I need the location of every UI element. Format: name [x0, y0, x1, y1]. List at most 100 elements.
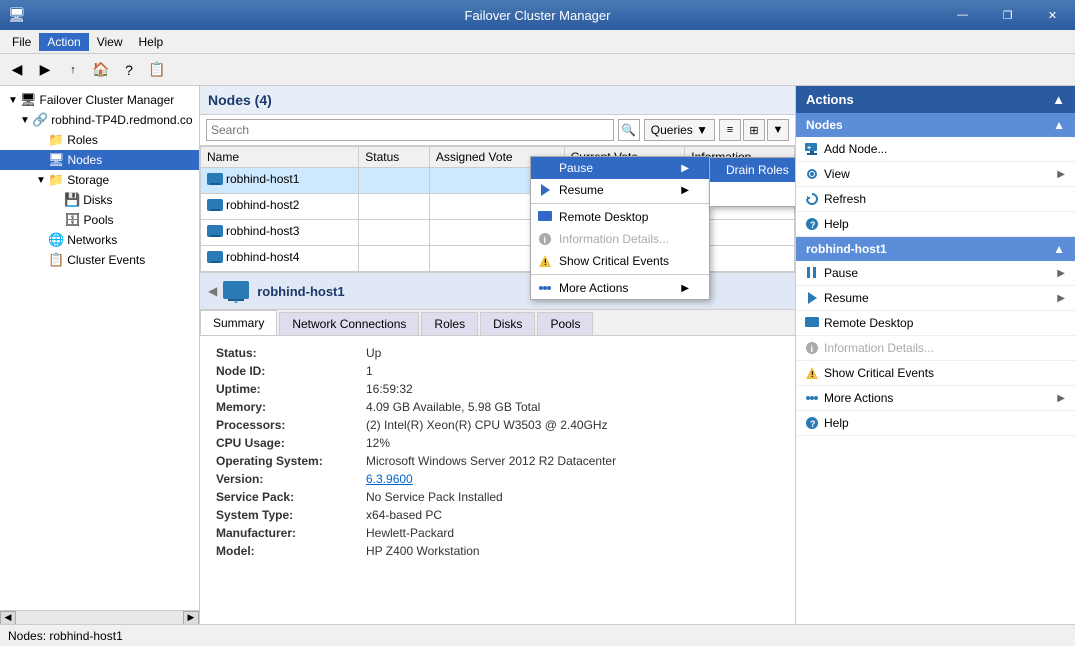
tree-root[interactable]: ▼ 🖥 Failover Cluster Manager [0, 90, 199, 110]
more-view-button[interactable]: ▼ [767, 119, 789, 141]
tree-storage[interactable]: ▼ 📁 Storage [0, 170, 199, 190]
tree-nodes[interactable]: 🖥 Nodes [0, 150, 199, 170]
tree-root-icon: 🖥 [20, 92, 37, 108]
value-cpu: 12% [366, 436, 390, 450]
view-arrow: ▶ [1057, 169, 1065, 180]
close-button[interactable]: ✕ [1030, 0, 1075, 30]
action-nodes-help[interactable]: ? Help [796, 212, 1075, 237]
host1-section-label: robhind-host1 [806, 242, 887, 256]
svg-text:!: ! [811, 370, 814, 379]
action-resume-label: Resume [824, 291, 869, 305]
tree-nodes-arrow[interactable] [36, 155, 48, 166]
tree-pools-label: Pools [84, 213, 114, 227]
action-remote-desktop[interactable]: Remote Desktop [796, 311, 1075, 336]
action-show-critical[interactable]: ! Show Critical Events [796, 361, 1075, 386]
col-status[interactable]: Status [359, 147, 430, 168]
tree-cluster-arrow[interactable]: ▼ [20, 115, 32, 126]
menu-view[interactable]: View [89, 33, 131, 51]
menu-action[interactable]: Action [39, 33, 88, 51]
tree-root-arrow[interactable]: ▼ [8, 95, 20, 106]
ctx-drain-roles[interactable]: Drain Roles [710, 158, 795, 182]
info-svg: i [538, 232, 552, 246]
value-servicepack: No Service Pack Installed [366, 490, 503, 504]
list-view-button[interactable]: ≡ [719, 119, 741, 141]
tree-networks[interactable]: 🌐 Networks [0, 230, 199, 250]
tree-cluster[interactable]: ▼ 🔗 robhind-TP4D.redmond.co [0, 110, 199, 130]
action-view-label: View [824, 167, 850, 181]
cell-name: robhind-host4 [201, 246, 359, 272]
svg-text:i: i [811, 344, 814, 354]
detail-row-uptime: Uptime: 16:59:32 [216, 382, 779, 396]
menu-help[interactable]: Help [131, 33, 172, 51]
help-toolbar-button[interactable]: ? [116, 57, 142, 83]
actions-collapse[interactable]: ▲ [1052, 92, 1065, 107]
refresh-button[interactable]: 🏠 [88, 57, 114, 83]
back-button[interactable]: ◀ [4, 57, 30, 83]
col-name[interactable]: Name [201, 147, 359, 168]
ctx-pause[interactable]: Pause ▶ Drain Roles Do Not Drain Roles [531, 157, 709, 179]
search-bar: 🔍 Queries ▼ ≡ ⊞ ▼ [200, 115, 795, 146]
tab-roles[interactable]: Roles [421, 312, 478, 335]
pause-svg [538, 161, 552, 175]
tree-roles[interactable]: 📁 Roles [0, 130, 199, 150]
tab-pools[interactable]: Pools [537, 312, 593, 335]
ctx-more-actions[interactable]: More Actions ▶ [531, 277, 709, 299]
restore-button[interactable]: ❐ [985, 0, 1030, 30]
tree-roles-arrow[interactable] [36, 135, 48, 146]
label-model: Model: [216, 544, 366, 558]
action-pause[interactable]: Pause ▶ [796, 261, 1075, 286]
nodes-section-collapse[interactable]: ▲ [1053, 118, 1065, 132]
ctx-pause-label: Pause [559, 161, 593, 175]
node-icon [207, 223, 223, 239]
tab-disks[interactable]: Disks [480, 312, 535, 335]
action-refresh[interactable]: Refresh [796, 187, 1075, 212]
menu-file[interactable]: File [4, 33, 39, 51]
tab-network-connections[interactable]: Network Connections [279, 312, 419, 335]
ctx-resume[interactable]: Resume ▶ [531, 179, 709, 201]
nodes-section-label: Nodes [806, 118, 843, 132]
tree-storage-arrow[interactable]: ▼ [36, 175, 48, 186]
nodes-panel-header: Nodes (4) [200, 86, 795, 115]
host1-section-collapse[interactable]: ▲ [1053, 242, 1065, 256]
tree-hscroll[interactable]: ◀ ▶ [0, 610, 199, 624]
detail-view-button[interactable]: ⊞ [743, 119, 765, 141]
action-view[interactable]: View ▶ [796, 162, 1075, 187]
tree-pools[interactable]: 🗄 Pools [0, 210, 199, 230]
queries-button[interactable]: Queries ▼ [644, 119, 715, 141]
minimize-button[interactable]: — [940, 0, 985, 30]
search-button[interactable]: 🔍 [618, 119, 640, 141]
more-action-arrow: ▶ [1057, 393, 1065, 404]
view-buttons: ≡ ⊞ ▼ [719, 119, 789, 141]
value-model: HP Z400 Workstation [366, 544, 480, 558]
info-action-svg: i [805, 341, 819, 355]
options-button[interactable]: 📋 [144, 57, 170, 83]
hscroll-track[interactable] [16, 611, 183, 625]
value-status: Up [366, 346, 381, 360]
ctx-no-drain-roles[interactable]: Do Not Drain Roles [710, 182, 795, 206]
ctx-resume-label: Resume [559, 183, 604, 197]
up-button[interactable]: ↑ [60, 57, 86, 83]
detail-collapse-arrow[interactable]: ◀ [208, 284, 217, 298]
tab-summary[interactable]: Summary [200, 310, 277, 335]
view-svg [805, 167, 819, 181]
detail-body: Status: Up Node ID: 1 Uptime: 16:59:32 M… [200, 336, 795, 572]
tree-disks[interactable]: 💾 Disks [0, 190, 199, 210]
action-help[interactable]: ? Help [796, 411, 1075, 436]
queries-label: Queries ▼ [651, 123, 708, 137]
node-icon [207, 249, 223, 265]
tree-nodes-label: Nodes [68, 153, 103, 167]
action-add-node[interactable]: + Add Node... [796, 137, 1075, 162]
label-uptime: Uptime: [216, 382, 366, 396]
hscroll-left[interactable]: ◀ [0, 611, 16, 625]
action-more[interactable]: More Actions ▶ [796, 386, 1075, 411]
tree-cluster-events[interactable]: 📋 Cluster Events [0, 250, 199, 270]
search-input[interactable] [206, 119, 614, 141]
forward-button[interactable]: ▶ [32, 57, 58, 83]
value-version[interactable]: 6.3.9600 [366, 472, 413, 486]
action-pause-label: Pause [824, 266, 858, 280]
action-resume[interactable]: Resume ▶ [796, 286, 1075, 311]
hscroll-right[interactable]: ▶ [183, 611, 199, 625]
ctx-remote-desktop[interactable]: Remote Desktop [531, 206, 709, 228]
pause-icon [537, 160, 553, 176]
ctx-show-critical[interactable]: ! Show Critical Events [531, 250, 709, 272]
